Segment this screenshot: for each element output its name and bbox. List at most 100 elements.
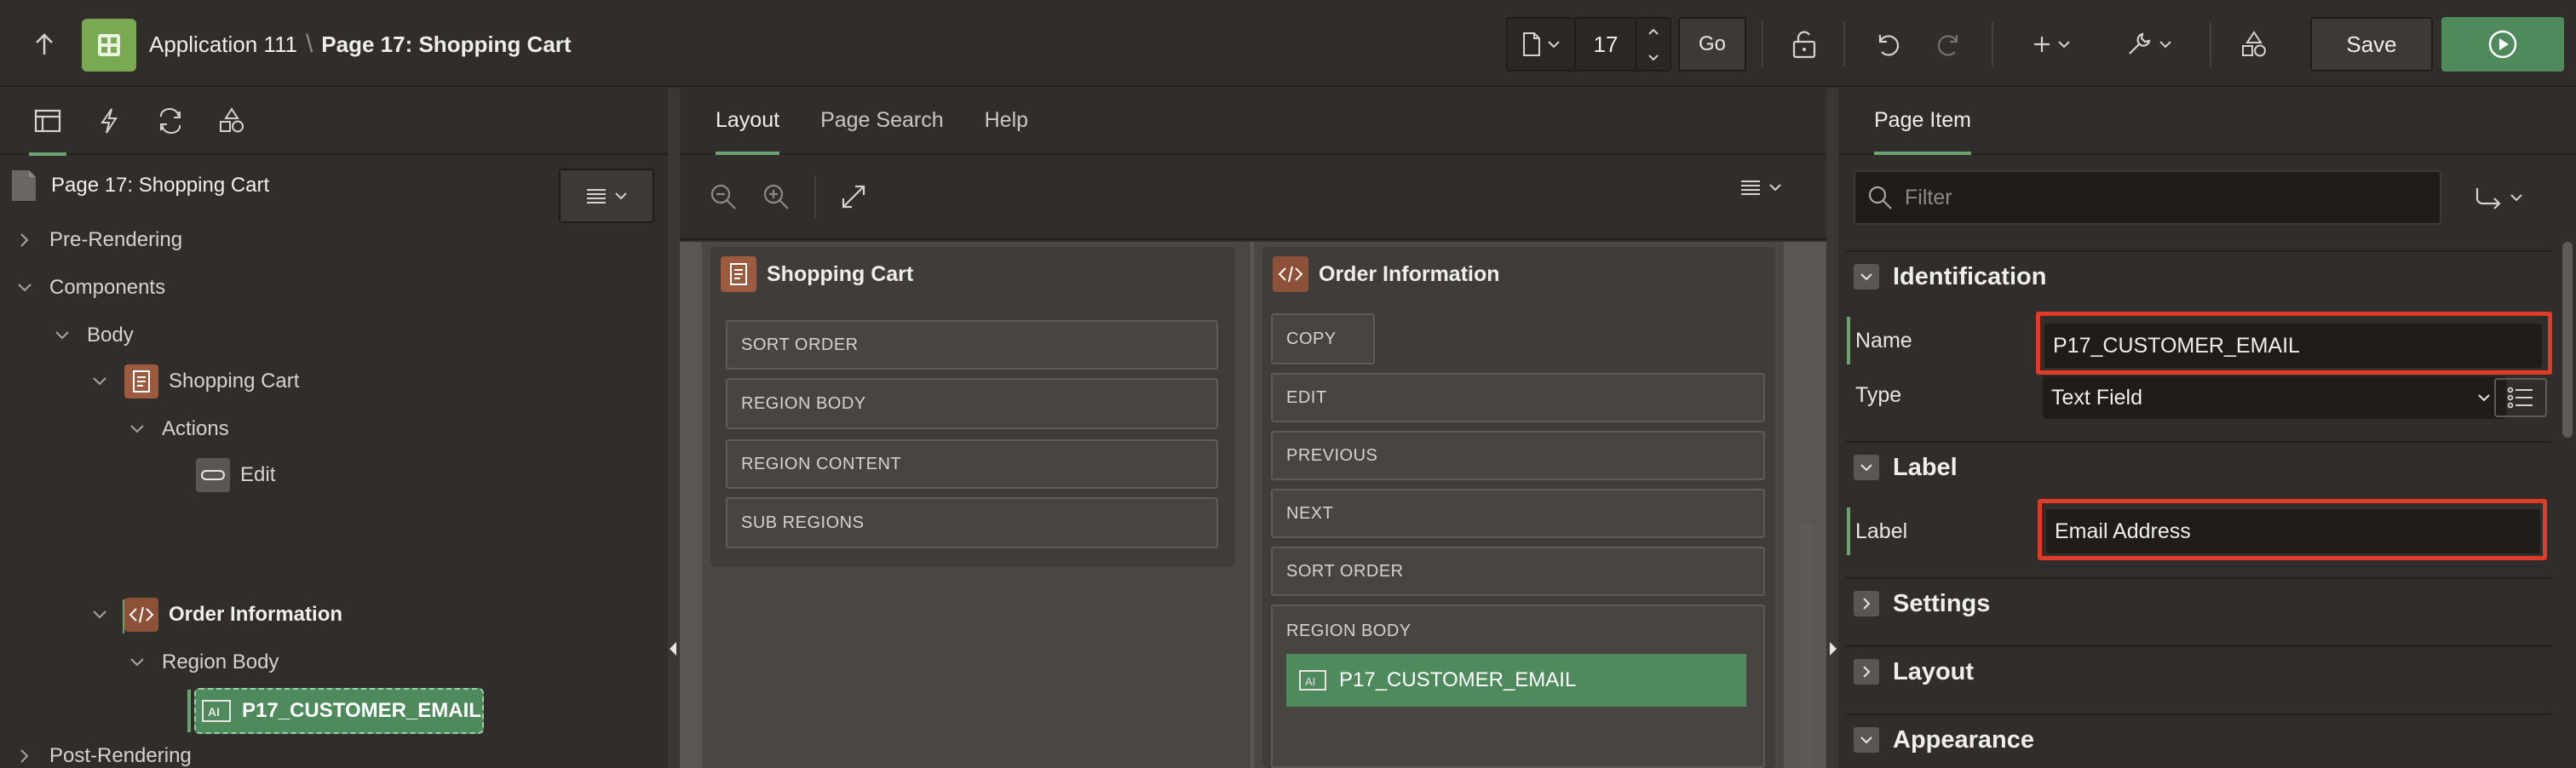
right-pane-tabs: Page Item (1838, 89, 2576, 155)
slot-sort-order[interactable]: SORT ORDER (1271, 547, 1765, 596)
chevron-down-icon (615, 192, 627, 200)
tree-node-actions[interactable]: Actions (128, 410, 229, 448)
expand-icon[interactable] (840, 183, 867, 210)
increment-chevron-up-icon[interactable] (1637, 19, 1670, 44)
chevron-down-icon[interactable] (1854, 264, 1879, 289)
region-order-information[interactable]: Order Information COPY EDIT PREVIOUS NEX… (1262, 247, 1775, 768)
tree-node-label: Shopping Cart (169, 370, 300, 393)
breadcrumb-app-link[interactable]: Application 111 (149, 32, 297, 58)
tab-shared-components[interactable] (213, 88, 250, 154)
plus-icon (2034, 37, 2050, 52)
chevron-down-icon[interactable] (128, 657, 147, 668)
tab-layout[interactable]: Layout (716, 87, 780, 155)
classic-report-icon (124, 364, 158, 398)
layout-canvas: Shopping Cart SORT ORDER REGION BODY REG… (680, 242, 1826, 768)
tree-node-body[interactable]: Body (53, 317, 134, 354)
page-selector-button[interactable] (1508, 19, 1576, 70)
region-header: Order Information (1262, 247, 1775, 301)
tree-node-order-information[interactable]: Order Information (90, 596, 342, 633)
breadcrumb-separator: \ (305, 30, 313, 58)
slot-edit[interactable]: EDIT (1271, 373, 1765, 422)
tree-root-node[interactable]: Page 17: Shopping Cart (9, 170, 269, 201)
tree-node-shopping-cart[interactable]: Shopping Cart (90, 363, 299, 400)
search-icon (1868, 186, 1892, 209)
toolbar-divider (814, 175, 816, 218)
top-toolbar: Application 111 \ Page 17: Shopping Cart… (0, 0, 2576, 87)
tree-node-pre-rendering[interactable]: Pre-Rendering (15, 221, 182, 259)
vertical-scrollbar[interactable] (2562, 242, 2573, 438)
chevron-right-icon[interactable] (15, 748, 34, 764)
chevron-right-icon[interactable] (15, 232, 34, 248)
chevron-down-icon[interactable] (90, 376, 109, 387)
tree-node-components[interactable]: Components (15, 269, 165, 307)
save-button[interactable]: Save (2310, 17, 2433, 72)
breadcrumb: Application 111 \ Page 17: Shopping Cart (149, 29, 572, 60)
section-settings[interactable]: Settings (1845, 577, 2552, 628)
page-number-input[interactable]: 17 (1576, 19, 1636, 70)
app-logo-icon[interactable] (82, 19, 136, 72)
slot-sort-order[interactable]: SORT ORDER (726, 320, 1218, 370)
chevron-right-icon[interactable] (1854, 591, 1879, 616)
tab-page-item[interactable]: Page Item (1874, 87, 1971, 155)
chevron-down-icon[interactable] (53, 330, 72, 341)
slot-region-content[interactable]: REGION CONTENT (726, 439, 1218, 489)
chevron-down-icon[interactable] (15, 283, 34, 293)
collapse-right-icon[interactable] (1830, 642, 1837, 656)
canvas-item-p17-customer-email[interactable]: AI P17_CUSTOMER_EMAIL (1286, 654, 1746, 707)
lock-icon[interactable] (1785, 22, 1823, 66)
label-field[interactable]: Email Address (2046, 509, 2540, 553)
run-page-button[interactable] (2441, 17, 2564, 72)
decrement-chevron-down-icon[interactable] (1637, 44, 1670, 70)
redo-icon[interactable] (1930, 22, 1968, 66)
region-shopping-cart[interactable]: Shopping Cart SORT ORDER REGION BODY REG… (710, 247, 1235, 567)
filter-field[interactable] (1854, 170, 2441, 225)
slot-copy[interactable]: COPY (1271, 313, 1375, 364)
up-arrow-icon[interactable] (26, 26, 63, 63)
chevron-down-icon[interactable] (128, 424, 147, 434)
go-to-group-button[interactable] (2435, 170, 2562, 225)
section-identification[interactable]: Identification (1845, 250, 2552, 301)
list-of-values-button[interactable] (2494, 378, 2547, 417)
layout-menu-button[interactable] (1739, 179, 1782, 196)
zoom-in-icon[interactable] (762, 182, 791, 211)
slot-sub-regions[interactable]: SUB REGIONS (726, 497, 1218, 548)
tree-node-region-body[interactable]: Region Body (128, 644, 279, 681)
chevron-down-icon[interactable] (90, 610, 109, 620)
section-appearance[interactable]: Appearance (1845, 714, 2552, 765)
utilities-menu-button[interactable] (2121, 22, 2176, 66)
rendering-icon (34, 109, 61, 133)
chevron-down-icon[interactable] (1854, 455, 1879, 480)
filter-input[interactable] (1905, 185, 2416, 210)
left-splitter[interactable] (668, 89, 680, 768)
shared-components-icon[interactable] (2235, 22, 2273, 66)
name-field[interactable]: P17_CUSTOMER_EMAIL (2044, 324, 2542, 368)
chevron-right-icon[interactable] (1854, 659, 1879, 685)
vertical-scrollbar[interactable] (1801, 523, 1813, 768)
tree-menu-button[interactable] (559, 169, 654, 223)
zoom-out-icon[interactable] (709, 182, 738, 211)
toolbar-divider (1762, 22, 1763, 66)
tree-node-post-rendering[interactable]: Post-Rendering (15, 737, 192, 768)
chevron-down-icon (2159, 41, 2171, 49)
tab-dynamic-actions[interactable] (90, 88, 128, 154)
collapse-left-icon[interactable] (670, 642, 676, 656)
create-menu-button[interactable] (2026, 22, 2077, 66)
tree-node-edit[interactable]: Edit (196, 456, 275, 494)
slot-previous[interactable]: PREVIOUS (1271, 431, 1765, 480)
section-layout[interactable]: Layout (1845, 645, 2552, 696)
section-label[interactable]: Label (1845, 441, 2552, 492)
slot-region-body[interactable]: REGION BODY (726, 378, 1218, 429)
undo-icon[interactable] (1869, 22, 1906, 66)
tab-help[interactable]: Help (985, 87, 1028, 153)
code-icon (124, 598, 158, 632)
tree-root-label: Page 17: Shopping Cart (51, 174, 270, 197)
tab-processing[interactable] (152, 88, 189, 154)
slot-next[interactable]: NEXT (1271, 489, 1765, 538)
tree-node-p17-customer-email[interactable]: AI P17_CUSTOMER_EMAIL (194, 688, 484, 734)
go-button[interactable]: Go (1678, 17, 1746, 72)
tab-page-search[interactable]: Page Search (820, 87, 944, 153)
type-select[interactable]: Text Field (2043, 376, 2506, 419)
right-splitter[interactable] (1826, 89, 1838, 768)
tab-rendering[interactable] (29, 88, 66, 156)
chevron-down-icon[interactable] (1854, 727, 1879, 753)
